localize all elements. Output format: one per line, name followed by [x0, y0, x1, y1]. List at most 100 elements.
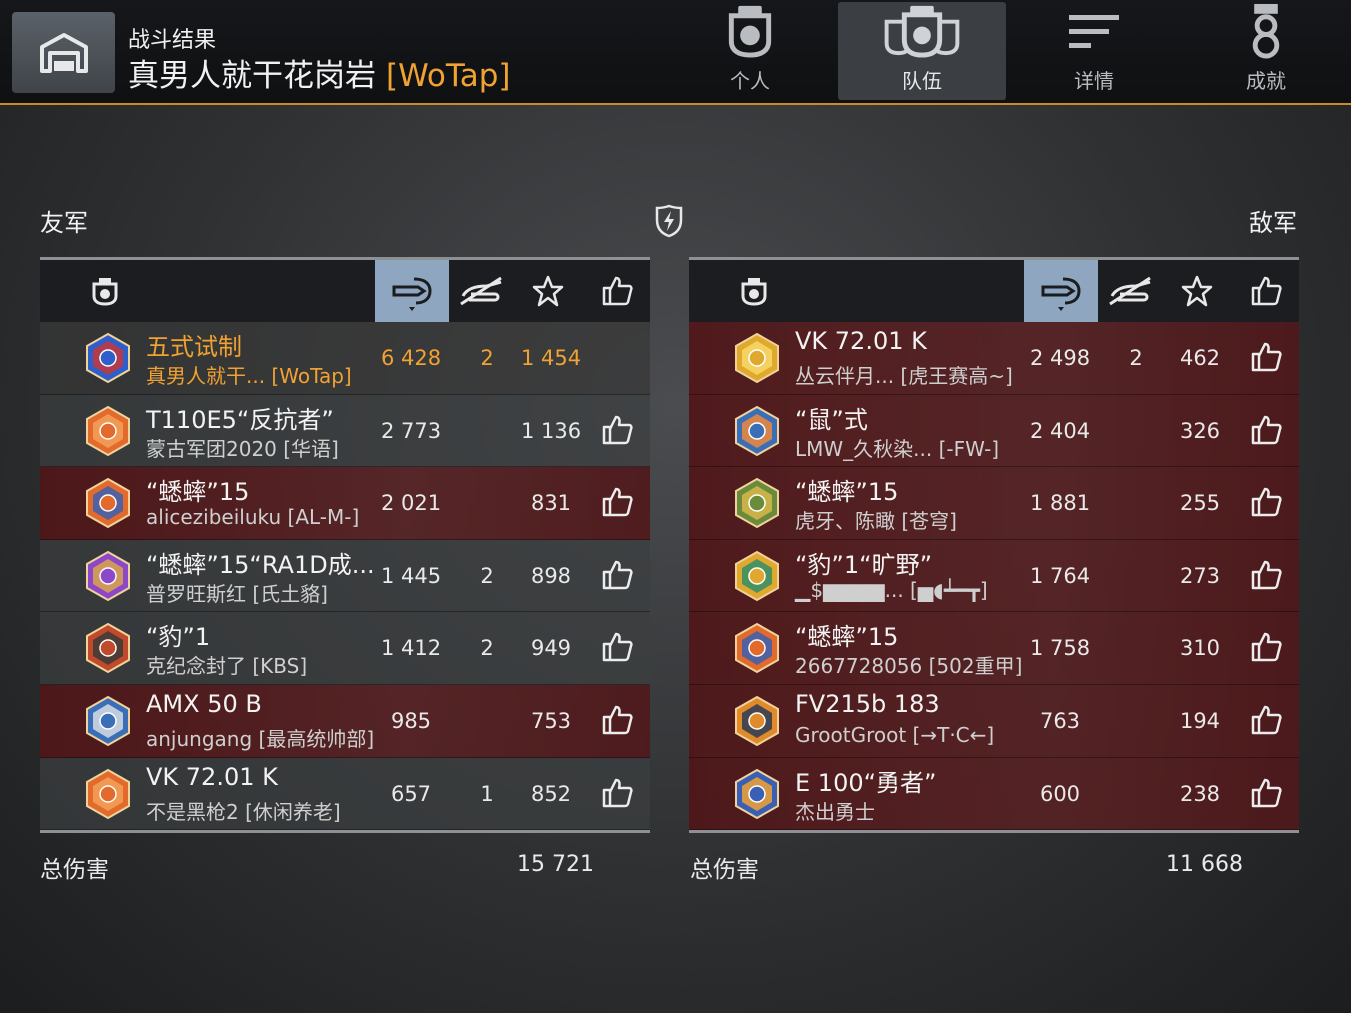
player-name: 不是黑枪2 [休闲养老] [146, 799, 341, 824]
player-row[interactable]: “蟋蟀”15 2667728056 [502重甲] 1 758 310 [689, 612, 1299, 685]
damage-value: 1 764 [1029, 563, 1091, 588]
xp-value: 326 [1179, 418, 1221, 443]
player-row[interactable]: 五式试制 真男人就干... [WoTap] 6 428 2 1 454 [40, 322, 650, 395]
player-row[interactable]: VK 72.01 K 不是黑枪2 [休闲养老] 657 1 852 [40, 757, 650, 831]
xp-value: 273 [1179, 563, 1221, 588]
destroyed-tank-icon [1109, 276, 1151, 306]
player-row[interactable]: AMX 50 B anjungang [最高统帅部] 985 753 [40, 684, 650, 758]
xp-value: 310 [1179, 636, 1221, 661]
thumbs-up-icon[interactable] [600, 776, 634, 810]
vehicle-name: FV215b 183 [795, 689, 940, 718]
player-name: alicezibeiluku [AL-M-] [146, 505, 360, 530]
tab-team-label: 队伍 [902, 69, 942, 93]
vehicle-name: “蟋蟀”15“RA1D成... [146, 550, 375, 579]
player-row[interactable]: “鼠”式 LMW_久秋染... [-FW-] 2 404 326 [689, 394, 1299, 468]
vehicle-name: 五式试制 [146, 333, 242, 361]
player-name: 丛云伴月... [虎王赛高~] [795, 364, 1013, 388]
xp-value: 753 [530, 708, 572, 733]
rank-badge-guns-blue-icon [86, 695, 130, 747]
tab-team[interactable]: 队伍 [838, 2, 1006, 100]
col-kills-header[interactable] [449, 260, 513, 322]
tab-achievements-label: 成就 [1246, 69, 1286, 93]
damage-value: 2 498 [1029, 346, 1091, 370]
tab-details[interactable]: 详情 [1010, 2, 1178, 100]
rank-badge-crest-red-blue-icon [86, 332, 130, 384]
thumbs-up-icon[interactable] [600, 630, 634, 664]
thumbs-up-icon[interactable] [600, 703, 634, 737]
player-row[interactable]: E 100“勇者” 杰出勇士 600 238 [689, 757, 1299, 831]
map-title: 真男人就干花岗岩 [WoTap] [128, 50, 510, 95]
col-kills-header[interactable] [1098, 260, 1162, 322]
xp-value: 1 454 [520, 346, 582, 370]
player-row[interactable]: “蟋蟀”15“RA1D成... 普罗旺斯红 [氏土貉] 1 445 2 898 [40, 539, 650, 613]
thumbs-up-icon[interactable] [600, 485, 634, 519]
home-button[interactable] [12, 12, 115, 93]
tank-crew-icon [92, 278, 118, 306]
player-name: LMW_久秋染... [-FW-] [795, 436, 1000, 461]
xp-value: 462 [1179, 346, 1221, 370]
vehicle-name: “豹”1“旷野” [795, 550, 933, 579]
enemies-table: VK 72.01 K 丛云伴月... [虎王赛高~] 2 498 2 462 “… [689, 257, 1299, 834]
player-row[interactable]: VK 72.01 K 丛云伴月... [虎王赛高~] 2 498 2 462 [689, 322, 1299, 395]
damage-value: 2 021 [380, 491, 442, 516]
thumbs-up-icon[interactable] [1249, 558, 1283, 592]
thumbs-up-icon[interactable] [600, 558, 634, 592]
col-xp-header[interactable] [1167, 260, 1227, 322]
player-row[interactable]: “蟋蟀”15 alicezibeiluku [AL-M-] 2 021 831 [40, 467, 650, 540]
allies-table: 五式试制 真男人就干... [WoTap] 6 428 2 1 454 T110… [40, 257, 650, 834]
kills-value: 2 [480, 346, 494, 370]
damage-value: 1 881 [1029, 491, 1091, 516]
xp-value: 238 [1179, 781, 1221, 806]
col-damage-header[interactable] [1024, 260, 1098, 322]
thumbs-up-icon[interactable] [1249, 776, 1283, 810]
thumbs-up-icon[interactable] [600, 413, 634, 447]
col-like-header[interactable] [588, 260, 646, 322]
rank-badge-spartan-red-icon [86, 623, 130, 674]
thumbs-up-icon[interactable] [1249, 413, 1283, 447]
thumbs-up-icon [1251, 276, 1282, 306]
allies-total-label: 总伤害 [40, 857, 109, 883]
tank-crew-icon [741, 278, 767, 306]
damage-value: 600 [1039, 781, 1081, 806]
player-row[interactable]: T110E5“反抗者” 蒙古军团2020 [华语] 2 773 1 136 [40, 394, 650, 468]
thumbs-up-icon[interactable] [1249, 703, 1283, 737]
player-row[interactable]: “豹”1“旷野” ▁$▆▆▆▆... [▅◖┷━┳] 1 764 273 [689, 539, 1299, 613]
damage-value: 763 [1039, 708, 1081, 733]
team-icon [884, 5, 960, 58]
tank-crew-icon [728, 5, 772, 58]
tab-achievements[interactable]: 成就 [1182, 2, 1350, 100]
tab-personal-label: 个人 [730, 69, 770, 93]
thumbs-up-icon[interactable] [1249, 485, 1283, 519]
enemies-table-footer-line [689, 830, 1299, 834]
thumbs-up-icon[interactable] [1249, 630, 1283, 664]
lightning-shield-icon [655, 204, 683, 238]
details-list-icon [1069, 15, 1119, 48]
enemies-table-header [689, 257, 1299, 322]
rank-badge-tank-green-icon [735, 478, 779, 529]
player-name: 2667728056 [502重甲] [795, 654, 1023, 679]
enemies-title: 敌军 [1249, 209, 1297, 237]
kills-value: 2 [480, 563, 494, 588]
tab-personal[interactable]: 个人 [666, 2, 834, 100]
allies-title: 友军 [40, 209, 88, 237]
player-name: 克纪念封了 [KBS] [146, 654, 308, 679]
enemies-total-damage: 11 668 [1166, 852, 1243, 877]
col-vehicle-header[interactable] [729, 260, 779, 322]
thumbs-up-icon[interactable] [1249, 340, 1283, 374]
player-row[interactable]: “豹”1 克纪念封了 [KBS] 1 412 2 949 [40, 612, 650, 685]
kills-value: 2 [1129, 346, 1143, 370]
player-row[interactable]: “蟋蟀”15 虎牙、陈瞰 [苍穹] 1 881 255 [689, 467, 1299, 540]
player-name: 真男人就干... [WoTap] [146, 364, 352, 388]
player-row[interactable]: FV215b 183 GrootGroot [→T·C←] 763 194 [689, 684, 1299, 758]
damage-value: 1 445 [380, 563, 442, 588]
destroyed-tank-icon [460, 276, 502, 306]
vehicle-name: VK 72.01 K [146, 762, 278, 791]
damage-value: 1 758 [1029, 636, 1091, 661]
col-damage-header[interactable] [375, 260, 449, 322]
col-xp-header[interactable] [518, 260, 578, 322]
player-name: ▁$▆▆▆▆... [▅◖┷━┳] [795, 577, 988, 602]
col-like-header[interactable] [1237, 260, 1295, 322]
top-bar: 战斗结果 真男人就干花岗岩 [WoTap] 个人 队伍 详情 成就 [0, 0, 1351, 105]
col-vehicle-header[interactable] [80, 260, 130, 322]
player-name: 普罗旺斯红 [氏土貉] [146, 581, 328, 606]
